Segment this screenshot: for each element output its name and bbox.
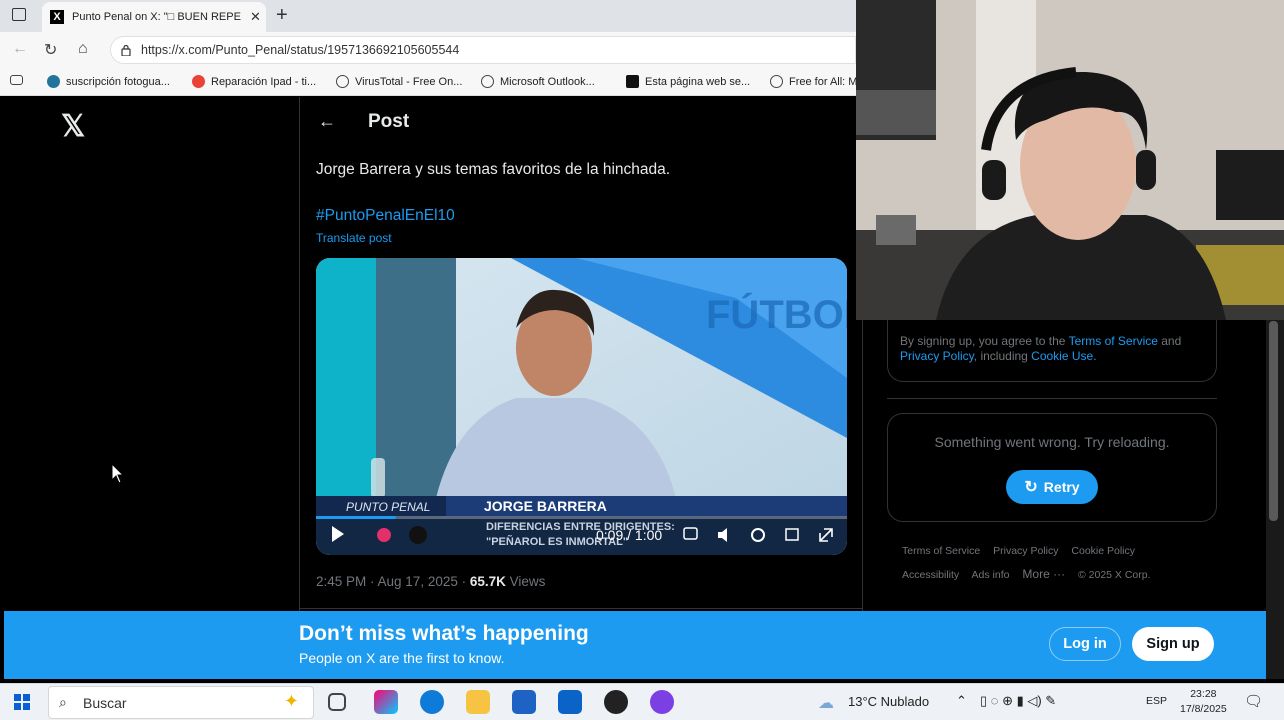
bookmark-item[interactable]: Free for All: M xyxy=(770,75,857,88)
copilot-icon[interactable] xyxy=(374,690,398,714)
signup-banner: Don’t miss what’s happening People on X … xyxy=(4,611,1266,679)
translate-post-link[interactable]: Translate post xyxy=(316,231,392,245)
x-logo-icon[interactable]: 𝕏 xyxy=(61,109,85,144)
reload-icon[interactable]: ↻ xyxy=(44,40,57,60)
taskbar-search[interactable]: ⌕ Buscar ✦ xyxy=(48,686,314,719)
cookie-link[interactable]: Cookie Use. xyxy=(1031,349,1096,363)
login-button[interactable]: Log in xyxy=(1049,627,1121,661)
post-text: Jorge Barrera y sus temas favoritos de l… xyxy=(316,161,671,178)
tray-icons[interactable]: ▯ ◌ ⊕ ▮ ◁) ✎ xyxy=(980,693,1056,709)
file-explorer-icon[interactable] xyxy=(466,690,490,714)
page-title: Post xyxy=(368,111,410,132)
cloud-icon: ☁ xyxy=(818,695,834,712)
divider xyxy=(887,398,1217,399)
divider xyxy=(300,608,862,609)
task-view-icon[interactable] xyxy=(328,693,346,711)
footer-link[interactable]: Accessibility xyxy=(902,569,959,581)
windows-start-icon[interactable] xyxy=(14,694,30,710)
close-tab-icon[interactable]: ✕ xyxy=(250,9,261,25)
bookmark-item[interactable]: Reparación Ipad - ti... xyxy=(192,75,316,88)
bookmark-item[interactable]: suscripción fotogua... xyxy=(47,75,170,88)
lower-third-name: JORGE BARRERA xyxy=(484,498,607,514)
lock-icon xyxy=(121,44,131,56)
edge-icon[interactable] xyxy=(420,690,444,714)
video-time: 0:09 / 1:00 xyxy=(596,527,662,543)
footer-more[interactable]: More ··· xyxy=(1022,567,1065,581)
chevron-up-icon[interactable]: ⌃ xyxy=(956,693,967,709)
back-arrow-icon[interactable]: ← xyxy=(318,111,336,132)
brand-watermark: FÚTBOL xyxy=(706,291,847,337)
bookmark-item[interactable]: VirusTotal - Free On... xyxy=(336,75,462,88)
outlook-icon[interactable] xyxy=(558,690,582,714)
terms-link[interactable]: Terms of Service xyxy=(1069,334,1158,348)
new-tab-icon[interactable]: + xyxy=(276,4,288,27)
video-frame: FÚTBOL PUNTO PENAL JORGE BARRERA DIFEREN… xyxy=(316,258,847,555)
url-field[interactable]: https://x.com/Punto_Penal/status/1957136… xyxy=(110,36,856,64)
x-icon xyxy=(409,526,427,544)
instagram-icon xyxy=(377,528,391,542)
mouse-cursor-icon xyxy=(111,463,125,484)
banner-subtitle: People on X are the first to know. xyxy=(299,650,505,666)
globe-icon xyxy=(770,75,783,88)
footer-link[interactable]: Privacy Policy xyxy=(993,545,1058,557)
tab-actions-icon[interactable] xyxy=(12,8,26,21)
post-timestamp[interactable]: 2:45 PM · Aug 17, 2025 · xyxy=(316,574,470,589)
lower-third-brand: PUNTO PENAL xyxy=(346,500,430,514)
browser-tab-bar: X Punto Penal on X: "□ BUEN REPE ✕ + xyxy=(0,0,856,32)
copilot-sparkle-icon: ✦ xyxy=(283,691,299,711)
footer-link[interactable]: Terms of Service xyxy=(902,545,980,557)
webcam-overlay xyxy=(856,0,1284,320)
bookmarks-bar-icon[interactable] xyxy=(10,75,29,85)
wordpress-icon xyxy=(47,75,60,88)
notification-icon[interactable]: 🗨 xyxy=(1244,692,1263,710)
footer-link[interactable]: Cookie Policy xyxy=(1071,545,1135,557)
views-count: 65.7K xyxy=(469,574,506,589)
home-icon[interactable]: ⌂ xyxy=(78,40,88,58)
retry-button[interactable]: ↻ Retry xyxy=(1006,470,1098,504)
signup-button[interactable]: Sign up xyxy=(1132,627,1214,661)
error-message: Something went wrong. Try reloading. xyxy=(934,434,1170,450)
language-indicator[interactable]: ESP xyxy=(1146,695,1167,707)
copyright: © 2025 X Corp. xyxy=(1078,569,1151,581)
bookmarks-bar: suscripción fotogua... Reparación Ipad -… xyxy=(0,68,857,96)
bookmark-item[interactable]: Microsoft Outlook... xyxy=(481,75,595,88)
store-icon[interactable] xyxy=(512,690,536,714)
webcam-feed xyxy=(856,0,1284,320)
post-column: ← Post Jorge Barrera y sus temas favorit… xyxy=(299,97,863,677)
back-icon[interactable]: ← xyxy=(12,40,28,58)
privacy-link[interactable]: Privacy Policy xyxy=(900,349,974,363)
clock[interactable]: 23:28 17/8/2025 xyxy=(1180,687,1227,717)
banner-title: Don’t miss what’s happening xyxy=(299,622,589,645)
address-bar-row: ← ↻ ⌂ https://x.com/Punto_Penal/status/1… xyxy=(0,32,856,68)
bookmark-item[interactable]: Esta página web se... xyxy=(626,75,750,88)
wix-icon xyxy=(626,75,639,88)
x-favicon-icon: X xyxy=(50,10,64,24)
browser-tab[interactable]: X Punto Penal on X: "□ BUEN REPE ✕ xyxy=(42,2,266,32)
tab-title: Punto Penal on X: "□ BUEN REPE xyxy=(72,11,241,23)
video-player[interactable]: FÚTBOL PUNTO PENAL JORGE BARRERA DIFEREN… xyxy=(316,258,847,555)
views-label: Views xyxy=(505,574,546,589)
url-text: https://x.com/Punto_Penal/status/1957136… xyxy=(141,43,460,57)
messenger-icon[interactable] xyxy=(650,690,674,714)
weather-text[interactable]: 13°C Nublado xyxy=(848,694,929,709)
app-icon[interactable] xyxy=(604,690,628,714)
post-metadata: 2:45 PM · Aug 17, 2025 · 65.7K Views xyxy=(316,574,545,589)
search-icon: ⌕ xyxy=(59,694,67,710)
windows-taskbar: ⌕ Buscar ✦ ☁ 13°C Nublado ⌃ ▯ ◌ ⊕ ▮ ◁) ✎… xyxy=(0,683,1284,720)
footer-links: Terms of Service Privacy Policy Cookie P… xyxy=(902,540,1222,587)
globe-icon xyxy=(481,75,494,88)
refresh-icon: ↻ xyxy=(1024,479,1038,496)
globe-icon xyxy=(336,75,349,88)
google-icon xyxy=(192,75,205,88)
footer-link[interactable]: Ads info xyxy=(972,569,1010,581)
error-box: Something went wrong. Try reloading. ↻ R… xyxy=(887,413,1217,522)
hashtag-link[interactable]: #PuntoPenalEnEl10 xyxy=(316,207,455,225)
video-progress-fill[interactable] xyxy=(316,516,396,519)
scrollbar-thumb[interactable] xyxy=(1269,321,1278,521)
